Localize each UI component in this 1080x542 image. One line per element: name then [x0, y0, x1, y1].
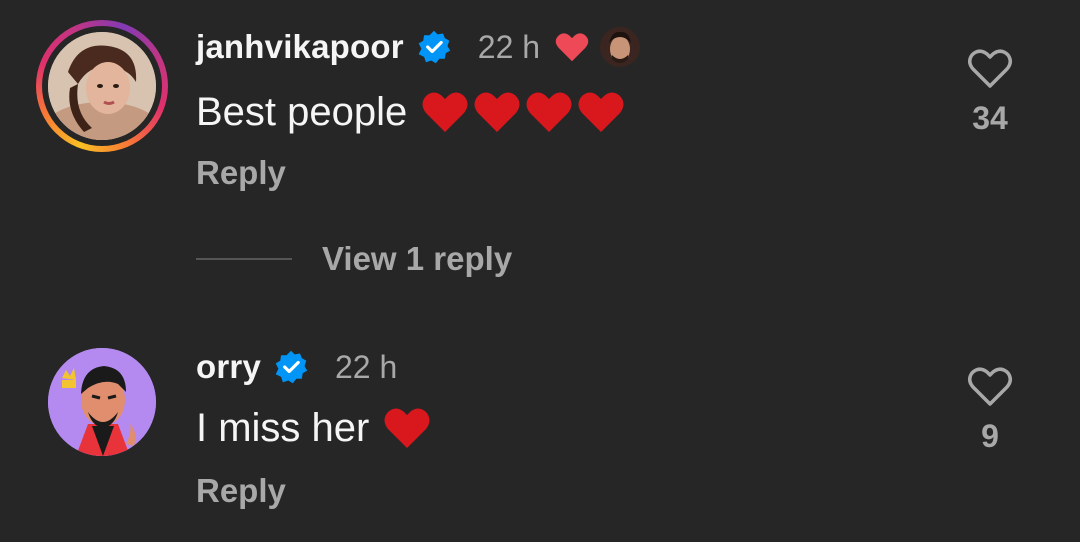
avatar-photo-image	[48, 32, 156, 140]
username[interactable]: orry	[196, 348, 261, 386]
avatar[interactable]	[48, 348, 156, 456]
reply-button[interactable]: Reply	[196, 154, 286, 192]
comment-text-row: Best people	[196, 84, 625, 140]
comment-header: orry 22 h	[196, 342, 397, 392]
comment-item: janhvikapoor 22 h Best people Reply 34 V…	[0, 0, 1080, 277]
red-heart-emoji-icon	[526, 92, 572, 132]
heart-filled-icon	[555, 33, 589, 62]
view-replies-label: View 1 reply	[322, 240, 513, 277]
comment-header: janhvikapoor 22 h	[196, 22, 641, 72]
heart-outline-icon[interactable]	[966, 46, 1014, 90]
divider-line	[196, 258, 292, 260]
comment-time: 22 h	[335, 348, 398, 385]
author-avatar	[600, 27, 641, 67]
like-column: 34	[966, 46, 1014, 137]
reply-button[interactable]: Reply	[196, 472, 286, 510]
comments-list: janhvikapoor 22 h Best people Reply 34 V…	[0, 0, 1080, 542]
red-heart-emoji-icon	[422, 92, 468, 132]
avatar-illustration-image	[48, 348, 156, 456]
like-count: 34	[972, 100, 1008, 136]
comment-text-row: I miss her	[196, 400, 431, 456]
red-heart-emoji-icon	[578, 92, 624, 132]
red-heart-emoji-icon	[384, 408, 430, 448]
verified-badge-icon	[275, 350, 308, 384]
verified-badge-icon	[418, 30, 450, 64]
view-replies-button[interactable]: View 1 reply	[196, 240, 512, 278]
comment-text: Best people	[196, 89, 408, 134]
username[interactable]: janhvikapoor	[196, 28, 404, 66]
red-heart-emoji-icon	[474, 92, 520, 132]
like-count: 9	[981, 418, 999, 454]
comment-text: I miss her	[196, 405, 370, 450]
like-column: 9	[966, 364, 1014, 455]
heart-outline-icon[interactable]	[966, 364, 1014, 408]
comment-time: 22 h	[477, 28, 541, 65]
comment-item: orry 22 h I miss her Reply 9	[0, 330, 1080, 542]
avatar-story-ring[interactable]	[36, 20, 168, 152]
avatar	[48, 32, 156, 140]
